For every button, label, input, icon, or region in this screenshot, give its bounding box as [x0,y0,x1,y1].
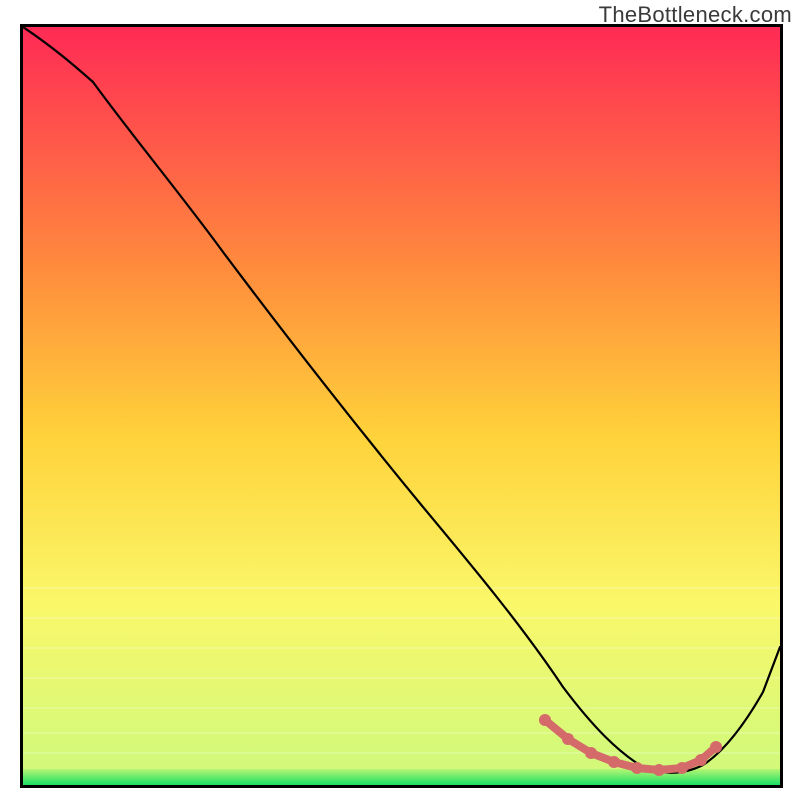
chart-stage: TheBottleneck.com [0,0,800,800]
plot-area [20,24,783,788]
watermark-text: TheBottleneck.com [599,2,792,28]
chart-svg [23,27,780,785]
